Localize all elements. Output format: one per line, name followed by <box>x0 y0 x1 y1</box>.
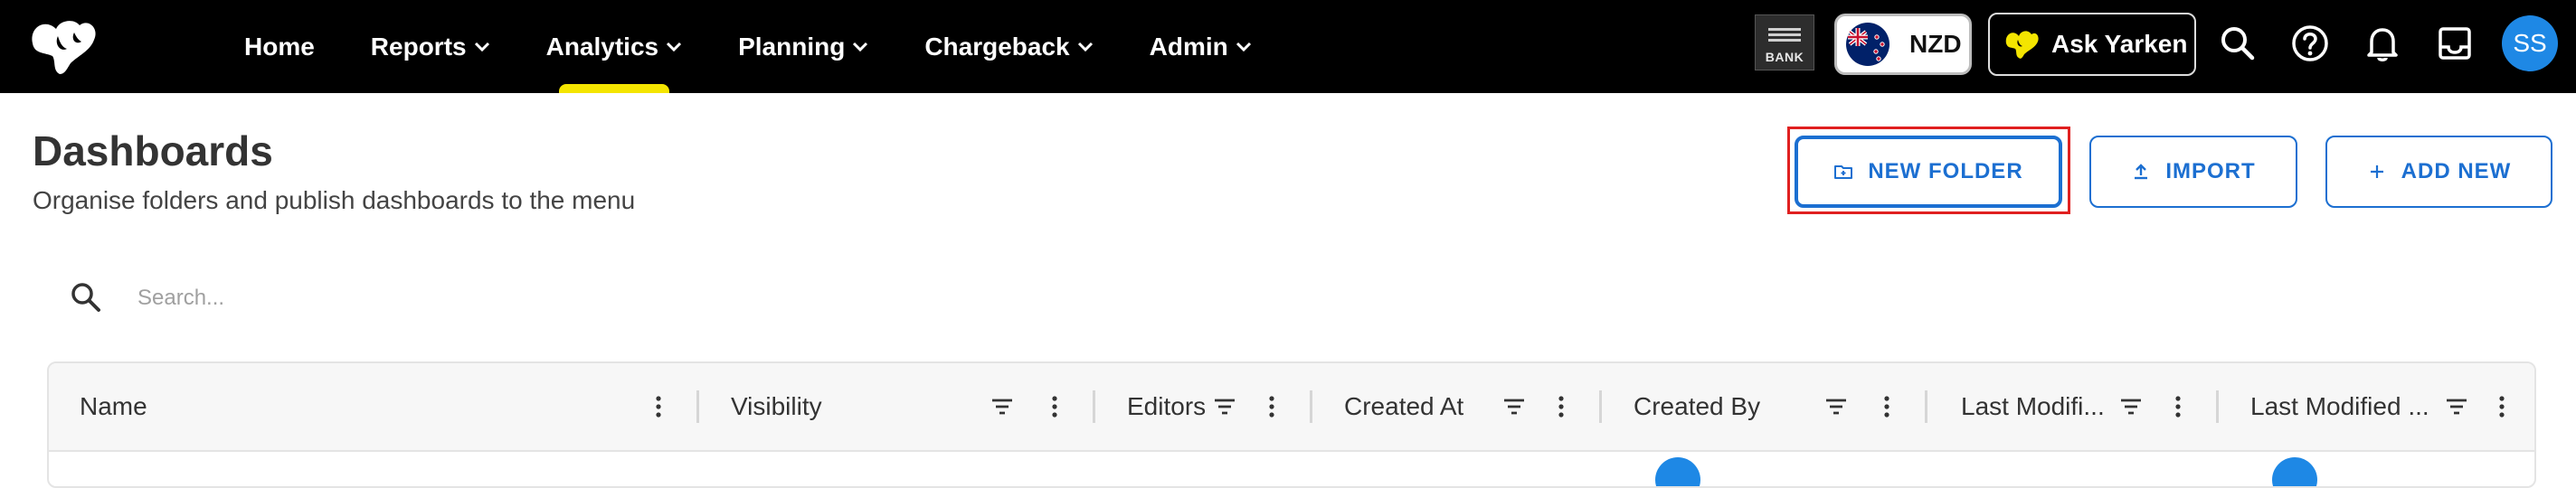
chevron-down-icon <box>1077 42 1093 52</box>
nav-reports-label: Reports <box>370 32 467 61</box>
new-folder-label: NEW FOLDER <box>1868 159 2023 183</box>
column-menu-icon[interactable] <box>1042 394 1067 419</box>
bell-icon[interactable] <box>2361 22 2404 65</box>
nav-chargeback-label: Chargeback <box>924 32 1070 61</box>
column-menu-icon[interactable] <box>1874 394 1899 419</box>
column-label: Created By <box>1634 392 1761 420</box>
column-header-last-modified-by[interactable]: Last Modified ... <box>2250 363 2449 450</box>
currency-selector[interactable]: NZD <box>1834 14 1972 75</box>
column-menu-icon[interactable] <box>2165 394 2191 419</box>
search-icon <box>71 283 100 312</box>
chevron-down-icon <box>474 42 489 52</box>
bank-label: BANK <box>1765 50 1804 64</box>
page-subtitle: Organise folders and publish dashboards … <box>33 186 636 214</box>
search-icon[interactable] <box>2216 22 2259 65</box>
column-header-created-at[interactable]: Created At <box>1344 363 1525 450</box>
column-resize-handle[interactable] <box>1599 390 1602 423</box>
column-resize-handle[interactable] <box>1310 390 1312 423</box>
filter-icon[interactable] <box>990 394 1015 419</box>
column-label: Created At <box>1344 392 1464 420</box>
chevron-down-icon <box>1236 42 1251 52</box>
inbox-icon[interactable] <box>2433 22 2477 65</box>
avatar <box>1655 457 1700 486</box>
column-resize-handle[interactable] <box>2216 390 2219 423</box>
yarken-logo-icon[interactable] <box>25 16 99 76</box>
search-input[interactable] <box>136 271 1225 325</box>
filter-icon[interactable] <box>2444 394 2469 419</box>
dashboards-table: Name Visibility Editors Created At Creat… <box>47 361 2536 488</box>
bank-logo[interactable]: BANK <box>1755 14 1814 70</box>
import-label: IMPORT <box>2165 159 2256 183</box>
column-header-visibility[interactable]: Visibility <box>731 363 1002 450</box>
filter-icon[interactable] <box>1501 394 1527 419</box>
table-header: Name Visibility Editors Created At Creat… <box>49 363 2534 452</box>
currency-code: NZD <box>1909 30 1962 58</box>
user-avatar[interactable]: SS <box>2502 15 2558 71</box>
column-resize-handle[interactable] <box>696 390 699 423</box>
column-header-last-modified[interactable]: Last Modifi... <box>1961 363 2120 450</box>
new-folder-button[interactable]: NEW FOLDER <box>1795 136 2062 208</box>
help-icon[interactable] <box>2288 22 2332 65</box>
column-menu-icon[interactable] <box>646 394 671 419</box>
chevron-down-icon <box>853 42 868 52</box>
filter-icon[interactable] <box>1823 394 1849 419</box>
page-title: Dashboards <box>33 127 273 174</box>
main-nav: Home Reports Analytics Planning Chargeba… <box>244 0 1308 93</box>
column-menu-icon[interactable] <box>2489 394 2514 419</box>
add-new-label: ADD NEW <box>2401 159 2512 183</box>
filter-icon[interactable] <box>2118 394 2144 419</box>
nav-chargeback[interactable]: Chargeback <box>924 0 1093 93</box>
chevron-down-icon <box>667 42 682 52</box>
import-button[interactable]: IMPORT <box>2089 136 2297 208</box>
filter-icon[interactable] <box>1212 394 1237 419</box>
nav-reports[interactable]: Reports <box>371 0 490 93</box>
nav-planning[interactable]: Planning <box>738 0 868 93</box>
nav-planning-label: Planning <box>738 32 846 61</box>
nav-analytics-label: Analytics <box>545 32 659 61</box>
column-label: Name <box>80 392 147 420</box>
yarken-logo-icon <box>2005 31 2039 59</box>
column-label: Last Modified ... <box>2250 392 2429 420</box>
folder-add-icon <box>1834 165 1853 179</box>
column-resize-handle[interactable] <box>1925 390 1927 423</box>
column-label: Editors <box>1127 392 1207 420</box>
nav-home-label: Home <box>244 32 315 61</box>
top-navigation-bar: Home Reports Analytics Planning Chargeba… <box>0 0 2576 93</box>
avatar-initials: SS <box>2513 29 2547 57</box>
column-menu-icon[interactable] <box>1548 394 1574 419</box>
avatar <box>2272 457 2317 486</box>
ask-yarken-button[interactable]: Ask Yarken <box>1988 13 2196 76</box>
nav-home[interactable]: Home <box>244 0 315 93</box>
column-label: Visibility <box>731 392 822 420</box>
nz-flag-icon <box>1846 23 1889 66</box>
column-resize-handle[interactable] <box>1093 390 1095 423</box>
nav-analytics[interactable]: Analytics <box>546 0 683 93</box>
nav-admin-label: Admin <box>1149 32 1228 61</box>
column-label: Last Modifi... <box>1961 392 2105 420</box>
bank-lines-icon <box>1768 25 1801 44</box>
nav-admin[interactable]: Admin <box>1150 0 1252 93</box>
plus-icon <box>2370 165 2383 178</box>
column-header-created-by[interactable]: Created By <box>1634 363 1833 450</box>
upload-icon <box>2135 164 2148 180</box>
ask-yarken-label: Ask Yarken <box>2051 30 2188 58</box>
add-new-button[interactable]: ADD NEW <box>2325 136 2552 208</box>
column-header-name[interactable]: Name <box>80 363 622 450</box>
column-menu-icon[interactable] <box>1259 394 1284 419</box>
